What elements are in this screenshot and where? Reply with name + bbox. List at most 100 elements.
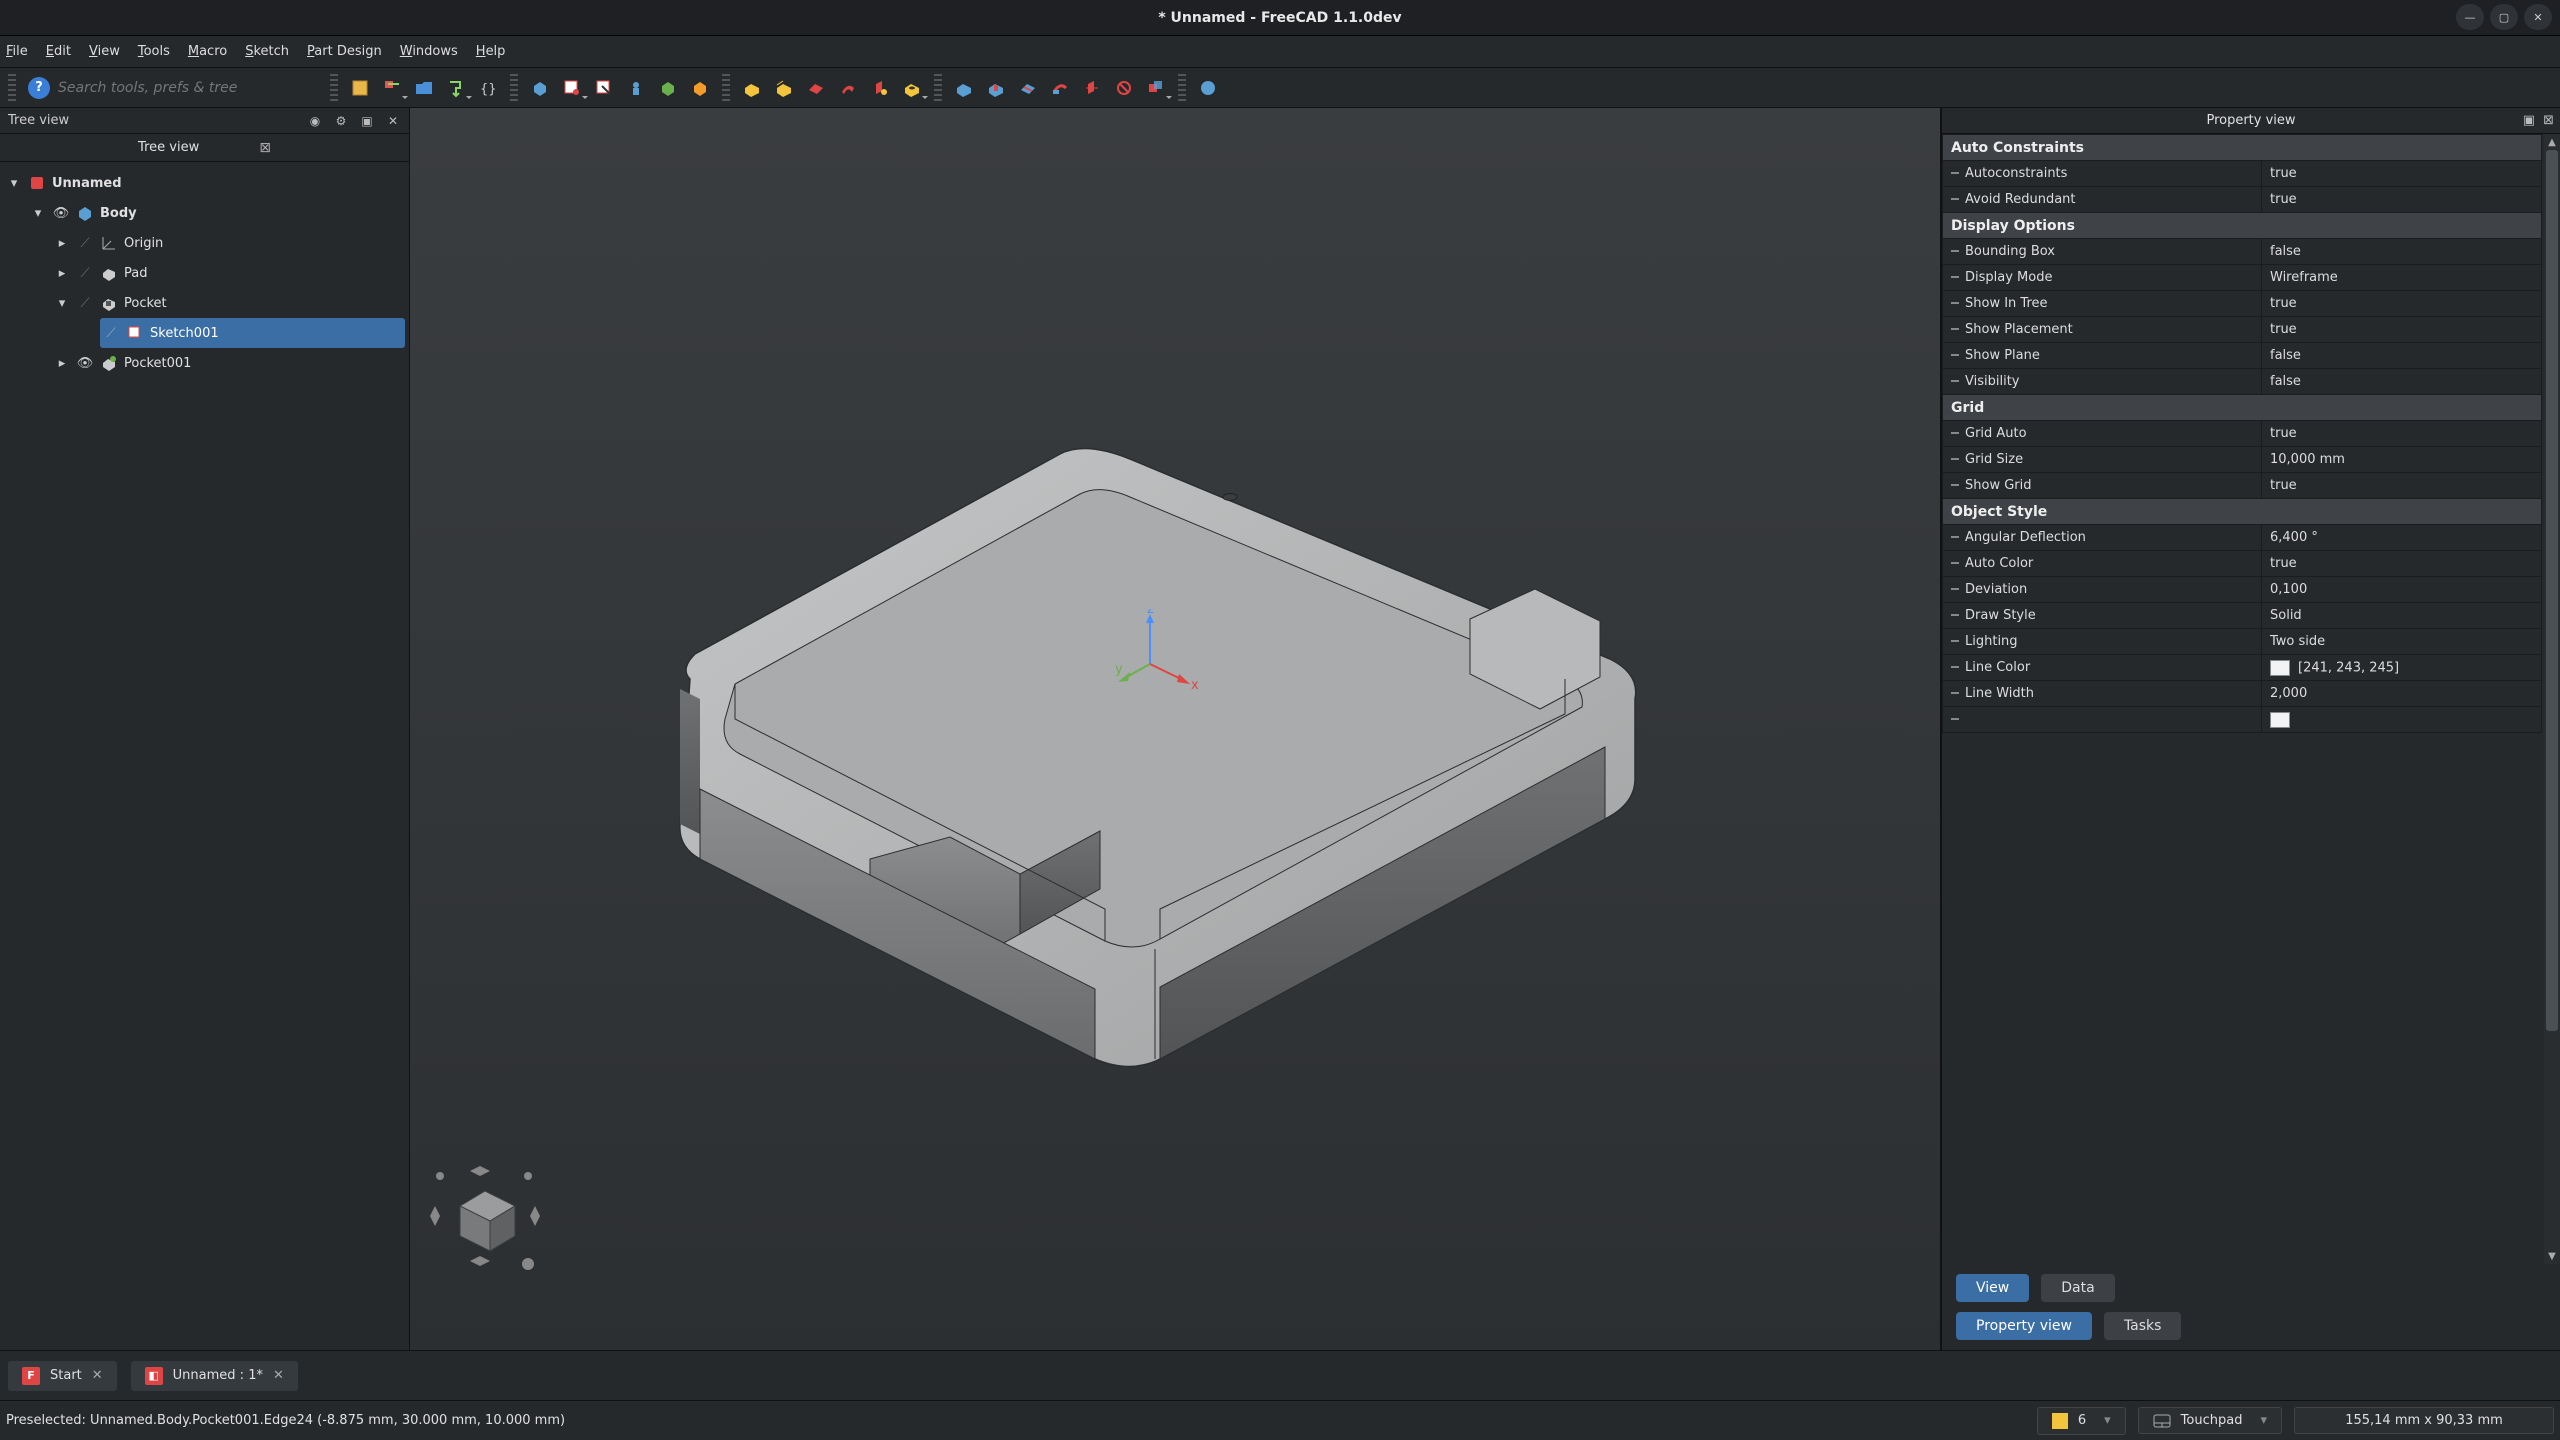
tree-item-body[interactable]: ▾ 👁 Body — [28, 198, 405, 228]
3d-viewport[interactable]: z x y — [410, 108, 1940, 1350]
preferences-icon[interactable]: {} — [474, 74, 502, 102]
property-row[interactable] — [1943, 707, 2542, 733]
toolbar-grip-icon[interactable] — [934, 74, 942, 102]
menu-tools[interactable]: Tools — [138, 44, 170, 59]
tab-tasks[interactable]: Tasks — [2104, 1312, 2182, 1340]
visibility-off-icon[interactable]: ⟋ — [76, 236, 94, 251]
property-row[interactable]: Auto Colortrue — [1943, 551, 2542, 577]
pad-icon[interactable] — [738, 74, 766, 102]
visibility-off-icon[interactable]: ⟋ — [76, 296, 94, 311]
menu-help[interactable]: Help — [476, 44, 506, 59]
property-row[interactable]: Autoconstraintstrue — [1943, 161, 2542, 187]
pocket-icon[interactable] — [950, 74, 978, 102]
navigation-style-button[interactable]: Touchpad — [2138, 1407, 2282, 1434]
subtractive-helix-icon[interactable] — [1078, 74, 1106, 102]
caret-down-icon[interactable]: ▾ — [54, 296, 70, 311]
property-row[interactable]: Grid Size10,000 mm — [1943, 447, 2542, 473]
property-row[interactable]: LightingTwo side — [1943, 629, 2542, 655]
tree-item-sketch001[interactable]: ⟋ Sketch001 — [100, 318, 405, 348]
property-row[interactable]: Show Gridtrue — [1943, 473, 2542, 499]
tree-item-pad[interactable]: ▸ ⟋ Pad — [52, 258, 405, 288]
property-row[interactable]: Grid Autotrue — [1943, 421, 2542, 447]
subtractive-loft-icon[interactable] — [1014, 74, 1042, 102]
property-row[interactable]: Deviation0,100 — [1943, 577, 2542, 603]
toolbar-grip-icon[interactable] — [1178, 74, 1186, 102]
revolution-icon[interactable] — [770, 74, 798, 102]
helix-icon[interactable] — [866, 74, 894, 102]
gear-icon[interactable]: ⚙ — [333, 113, 349, 129]
property-row[interactable]: Angular Deflection6,400 ° — [1943, 525, 2542, 551]
menu-view[interactable]: View — [89, 44, 120, 59]
scrollbar-thumb[interactable] — [2546, 150, 2558, 1031]
close-panel-icon[interactable]: ✕ — [385, 113, 401, 129]
close-panel-icon[interactable]: ⊠ — [2543, 113, 2554, 128]
doc-tab-start[interactable]: F Start ✕ — [8, 1361, 117, 1391]
property-row[interactable]: Visibilityfalse — [1943, 369, 2542, 395]
property-row[interactable]: Line Color[241, 243, 245] — [1943, 655, 2542, 681]
property-row[interactable]: Draw StyleSolid — [1943, 603, 2542, 629]
create-sketch-icon[interactable] — [558, 74, 586, 102]
tree-item-document[interactable]: ▾ Unnamed — [4, 168, 405, 198]
window-minimize-button[interactable]: — — [2456, 4, 2484, 30]
property-row[interactable]: Line Width2,000 — [1943, 681, 2542, 707]
property-row[interactable]: Avoid Redundanttrue — [1943, 187, 2542, 213]
close-tab-icon[interactable]: ✕ — [273, 1368, 284, 1383]
recent-files-icon[interactable] — [378, 74, 406, 102]
shape-binder-icon[interactable] — [654, 74, 682, 102]
scroll-up-icon[interactable]: ▲ — [2544, 134, 2560, 150]
property-row[interactable]: Bounding Boxfalse — [1943, 239, 2542, 265]
visibility-icon[interactable]: 👁 — [52, 206, 70, 221]
visibility-off-icon[interactable]: ⟋ — [102, 326, 120, 341]
eye-toggle-icon[interactable]: ◉ — [307, 113, 323, 129]
notifications-button[interactable]: 6 — [2037, 1407, 2126, 1435]
tree-tab-label[interactable]: Tree view — [138, 140, 199, 155]
section-header[interactable]: Grid — [1943, 395, 2542, 421]
tree-item-pocket[interactable]: ▾ ⟋ Pocket — [52, 288, 405, 318]
menu-file[interactable]: File — [6, 44, 28, 59]
toolbar-grip-icon[interactable] — [722, 74, 730, 102]
edit-sketch-icon[interactable] — [590, 74, 618, 102]
section-header[interactable]: Display Options — [1943, 213, 2542, 239]
property-row[interactable]: Display ModeWireframe — [1943, 265, 2542, 291]
caret-down-icon[interactable]: ▾ — [30, 206, 46, 221]
property-row[interactable]: Show Planefalse — [1943, 343, 2542, 369]
doc-tab-unnamed[interactable]: ◧ Unnamed : 1* ✕ — [131, 1361, 298, 1391]
subtractive-sweep-icon[interactable] — [1046, 74, 1074, 102]
visibility-icon[interactable]: 👁 — [76, 356, 94, 371]
groove-icon[interactable] — [982, 74, 1010, 102]
section-header[interactable]: Auto Constraints — [1943, 135, 2542, 161]
tab-data[interactable]: Data — [2041, 1274, 2114, 1302]
open-folder-icon[interactable] — [410, 74, 438, 102]
caret-down-icon[interactable]: ▾ — [6, 176, 22, 191]
tree-item-origin[interactable]: ▸ ⟋ Origin — [52, 228, 405, 258]
menu-part-design[interactable]: Part Design — [307, 44, 382, 59]
window-maximize-button[interactable]: ▢ — [2490, 4, 2518, 30]
color-swatch-icon[interactable] — [2270, 712, 2290, 728]
create-body-icon[interactable] — [526, 74, 554, 102]
menu-macro[interactable]: Macro — [188, 44, 227, 59]
toolbar-grip-icon[interactable] — [8, 74, 16, 102]
hole-icon[interactable] — [898, 74, 926, 102]
sweep-icon[interactable] — [834, 74, 862, 102]
scrollbar[interactable]: ▲ ▼ — [2544, 134, 2560, 1264]
caret-right-icon[interactable]: ▸ — [54, 356, 70, 371]
subtractive-primitive-icon[interactable] — [1110, 74, 1138, 102]
search-input[interactable] — [58, 80, 318, 96]
tree-item-pocket001[interactable]: ▸ 👁 Pocket001 — [52, 348, 405, 378]
color-swatch-icon[interactable] — [2270, 660, 2290, 676]
save-icon[interactable] — [442, 74, 470, 102]
navigation-cube[interactable] — [420, 1156, 550, 1290]
boolean-icon[interactable] — [1142, 74, 1170, 102]
section-header[interactable]: Object Style — [1943, 499, 2542, 525]
measure-icon[interactable] — [1194, 74, 1222, 102]
visibility-off-icon[interactable]: ⟋ — [76, 266, 94, 281]
restore-icon[interactable]: ▣ — [359, 113, 375, 129]
caret-right-icon[interactable]: ▸ — [54, 266, 70, 281]
clone-icon[interactable] — [686, 74, 714, 102]
tab-view[interactable]: View — [1956, 1274, 2029, 1302]
window-close-button[interactable]: ✕ — [2524, 4, 2552, 30]
close-tab-icon[interactable]: ✕ — [92, 1368, 103, 1383]
property-row[interactable]: Show In Treetrue — [1943, 291, 2542, 317]
toolbar-grip-icon[interactable] — [330, 74, 338, 102]
menu-windows[interactable]: Windows — [400, 44, 458, 59]
